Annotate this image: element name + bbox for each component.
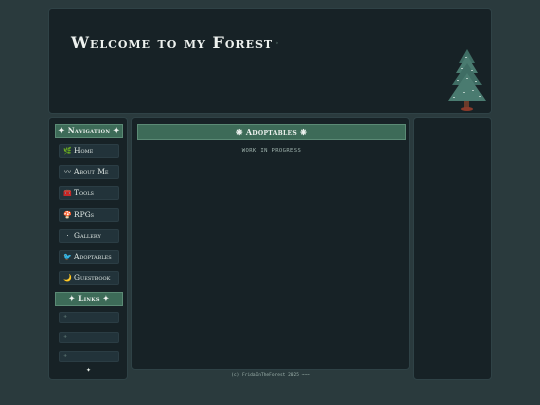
nav-item-rpgs[interactable]: 🍄 RPGs [59, 208, 119, 222]
leaf-icon: 🌿 [63, 147, 72, 155]
nav-item-label: About Me [74, 167, 109, 176]
nav-item-tools[interactable]: 🧰 Tools [59, 186, 119, 200]
nav-item-about-me[interactable]: 〰 About Me [59, 165, 119, 179]
site-title-text: Welcome to my Forest [71, 33, 274, 52]
links-heading: ✦ Links ✦ [55, 292, 123, 306]
link-item[interactable]: + [59, 332, 119, 343]
moustache-icon: 〰 [64, 168, 71, 176]
nav-item-home[interactable]: 🌿 Home [59, 144, 119, 158]
work-in-progress-text: WORK IN PROGRESS [241, 148, 302, 154]
nav-item-label: Adoptables [74, 252, 112, 261]
sparkle-icon: ✦ [86, 367, 92, 374]
main-content: ❋ Adoptables ❋ WORK IN PROGRESS [131, 117, 410, 370]
toolbox-icon: 🧰 [63, 189, 72, 197]
header-panel: Welcome to my Forest ◦ [48, 8, 492, 114]
mushroom-icon: 🍄 [63, 211, 72, 219]
nav-item-label: Home [74, 146, 94, 155]
pine-tree-icon [448, 49, 486, 111]
bird-icon: 🐦 [63, 253, 72, 261]
sidebar: ✦ Navigation ✦ 🌿 Home 〰 About Me 🧰 Tools 🍄 R… [48, 117, 128, 380]
link-item[interactable]: + [59, 351, 119, 362]
title-dot-icon: ◦ [275, 40, 280, 47]
nav-item-guestbook[interactable]: 🌙 Guestbook [59, 271, 119, 285]
nav-item-adoptables[interactable]: 🐦 Adoptables [59, 250, 119, 264]
nav-item-label: Tools [74, 188, 94, 197]
content-heading: ❋ Adoptables ❋ [137, 124, 406, 140]
nav-item-label: RPGs [74, 210, 95, 219]
navigation-heading: ✦ Navigation ✦ [55, 124, 123, 138]
nav-item-label: Guestbook [74, 273, 111, 282]
right-sidebar [413, 117, 492, 380]
site-title: Welcome to my Forest ◦ [71, 33, 280, 52]
footer-copyright: (c) FridaInTheForest 2025 ~~~ [231, 373, 310, 378]
link-item[interactable]: + [59, 312, 119, 323]
dot-icon: · [66, 232, 69, 240]
moon-icon: 🌙 [63, 274, 72, 282]
nav-item-label: Gallery [74, 231, 101, 240]
nav-item-gallery[interactable]: · Gallery [59, 229, 119, 243]
